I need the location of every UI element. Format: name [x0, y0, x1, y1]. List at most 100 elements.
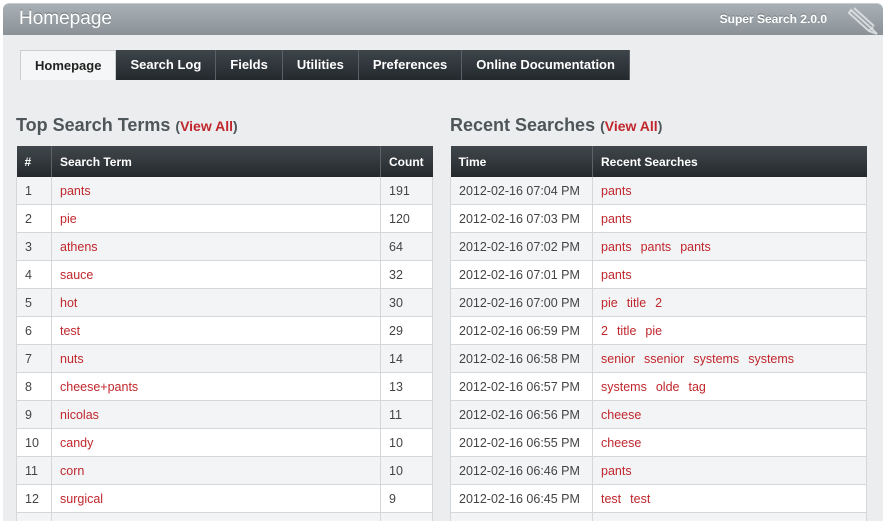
recent-search-term-link[interactable]: cheese [601, 436, 641, 450]
table-row: 1 pants 191 [16, 177, 433, 205]
search-term-link[interactable]: athens [60, 240, 98, 254]
app-frame: Homepage Super Search 2.0.0 Homepage Sear… [3, 3, 883, 521]
recent-search-term-link[interactable]: systems [601, 380, 647, 394]
table-row: 10 candy 10 [16, 428, 433, 457]
recent-search-term-link[interactable]: 2 [655, 296, 662, 310]
recent-search-term-link[interactable]: pants [601, 464, 632, 478]
table-row: 2012-02-16 07:02 PM pants pants pants [450, 232, 867, 261]
top-terms-title: Top Search Terms [16, 115, 171, 135]
recent-search-terms-cell: cheese [592, 428, 867, 457]
search-term-link[interactable]: surgical [60, 492, 103, 506]
count-cell: 191 [380, 177, 433, 205]
column-header-search-term[interactable]: Search Term [51, 146, 381, 177]
time-cell: 2012-02-16 07:04 PM [450, 177, 593, 205]
row-number: 2 [16, 204, 52, 233]
recent-search-term-link[interactable]: pie [645, 324, 662, 338]
tab-online-documentation[interactable]: Online Documentation [462, 50, 630, 80]
recent-search-term-link[interactable]: senior [601, 352, 635, 366]
count-cell: 30 [380, 288, 433, 317]
search-term-link[interactable]: corn [60, 464, 84, 478]
recent-search-term-link[interactable]: cheese [601, 408, 641, 422]
table-row: 2012-02-16 06:57 PM systems olde tag [450, 372, 867, 401]
search-term-link[interactable]: nicolas [60, 408, 99, 422]
search-term-link[interactable]: cheese+pants [60, 380, 138, 394]
recent-search-term-link[interactable]: pants [601, 184, 632, 198]
search-term-link[interactable]: sauce [60, 268, 93, 282]
tab-fields[interactable]: Fields [216, 50, 283, 80]
search-term-link[interactable]: candy [60, 436, 93, 450]
recent-search-term-link[interactable]: pants [601, 240, 632, 254]
recent-search-terms-cell: test test [592, 484, 867, 513]
row-number [16, 512, 52, 521]
page-title: Homepage [19, 8, 112, 29]
recent-searches-view-all-link[interactable]: View All [605, 118, 658, 134]
recent-search-terms-cell: pie title 2 [592, 288, 867, 317]
recent-search-term-link[interactable]: ssenior [644, 352, 684, 366]
search-term-cell: nuts [51, 344, 381, 373]
tab-preferences[interactable]: Preferences [358, 50, 463, 80]
recent-search-term-link[interactable]: pants [641, 240, 672, 254]
row-number: 5 [16, 288, 52, 317]
search-term-link[interactable]: hot [60, 296, 77, 310]
recent-search-terms-cell: senior ssenior systems systems [592, 344, 867, 373]
recent-search-term-link[interactable]: title [617, 324, 636, 338]
recent-searches-heading: Recent Searches (View All) [450, 115, 663, 135]
recent-search-term-link[interactable]: pants [601, 268, 632, 282]
recent-search-term-link[interactable]: title [627, 296, 646, 310]
time-cell: 2012-02-16 07:01 PM [450, 260, 593, 289]
count-cell: 11 [380, 400, 433, 429]
search-term-cell: corn [51, 456, 381, 485]
count-cell: 10 [380, 428, 433, 457]
column-header-number[interactable]: # [16, 146, 52, 177]
recent-search-term-link[interactable]: test [601, 492, 621, 506]
recent-search-terms-cell: pants [592, 456, 867, 485]
tab-search-log[interactable]: Search Log [116, 50, 217, 80]
row-number: 8 [16, 372, 52, 401]
recent-search-terms-cell: pants [592, 260, 867, 289]
recent-search-term-link[interactable]: systems [693, 352, 739, 366]
row-number: 12 [16, 484, 52, 513]
recent-search-term-link[interactable]: test [630, 492, 650, 506]
time-cell: 2012-02-16 06:58 PM [450, 344, 593, 373]
recent-search-term-link[interactable]: pie [601, 296, 618, 310]
column-header-time[interactable]: Time [450, 146, 593, 177]
time-cell: 2012-02-16 06:57 PM [450, 372, 593, 401]
top-terms-heading: Top Search Terms (View All) [16, 115, 238, 135]
recent-search-term-link[interactable]: 2 [601, 324, 608, 338]
recent-searches-title: Recent Searches [450, 115, 596, 135]
search-term-cell: test [51, 316, 381, 345]
row-number: 4 [16, 260, 52, 289]
recent-search-term-link[interactable]: olde [656, 380, 680, 394]
recent-search-term-link[interactable]: tag [688, 380, 705, 394]
search-term-cell: athens [51, 232, 381, 261]
table-row: 6 test 29 [16, 316, 433, 345]
time-cell [450, 512, 593, 521]
column-header-count[interactable]: Count [380, 146, 433, 177]
recent-search-term-link[interactable]: systems [748, 352, 794, 366]
recent-search-terms-cell: cheese [592, 400, 867, 429]
tab-utilities[interactable]: Utilities [282, 50, 359, 80]
table-row: 2012-02-16 06:59 PM 2 title pie [450, 316, 867, 345]
row-number: 1 [16, 177, 52, 205]
table-row: 2012-02-16 07:04 PM pants [450, 177, 867, 205]
time-cell: 2012-02-16 06:45 PM [450, 484, 593, 513]
search-term-link[interactable]: pants [60, 184, 91, 198]
count-cell: 64 [380, 232, 433, 261]
search-term-cell: nicolas [51, 400, 381, 429]
count-cell: 14 [380, 344, 433, 373]
tab-homepage[interactable]: Homepage [20, 50, 117, 80]
table-row: 3 athens 64 [16, 232, 433, 261]
recent-search-term-link[interactable]: pants [680, 240, 711, 254]
top-terms-table: # Search Term Count 1 pants 191 2 pie 120 3 ath… [16, 146, 433, 521]
recent-search-term-link[interactable]: pants [601, 212, 632, 226]
search-term-link[interactable]: pie [60, 212, 77, 226]
search-term-link[interactable]: test [60, 324, 80, 338]
top-terms-view-all-link[interactable]: View All [180, 118, 233, 134]
row-number: 7 [16, 344, 52, 373]
table-row: 7 nuts 14 [16, 344, 433, 373]
search-term-link[interactable]: nuts [60, 352, 84, 366]
column-header-recent-searches[interactable]: Recent Searches [592, 146, 867, 177]
table-row [16, 512, 433, 521]
time-cell: 2012-02-16 06:56 PM [450, 400, 593, 429]
table-header-row: Time Recent Searches [450, 146, 867, 177]
